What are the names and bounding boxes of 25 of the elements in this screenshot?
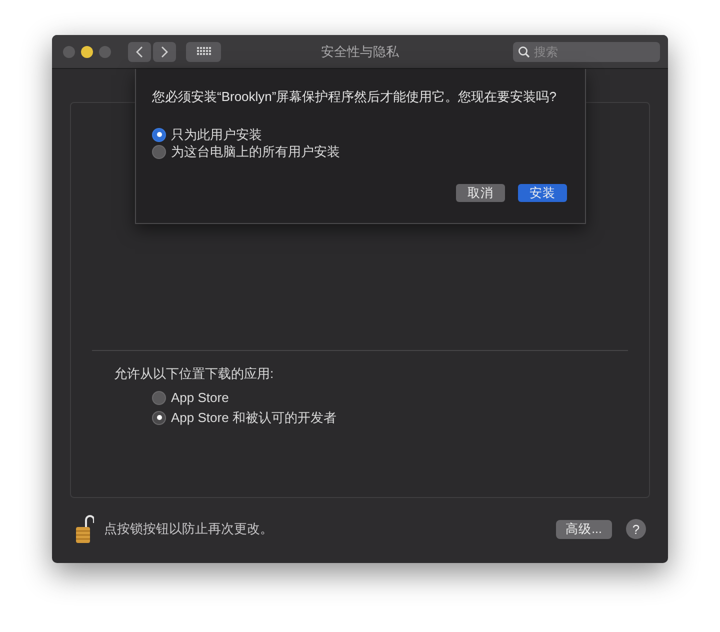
radio-button[interactable] [152,128,166,142]
grid-icon [196,47,210,56]
lock-hint: 点按锁按钮以防止再次更改。 [104,520,273,538]
chevron-left-icon [136,46,143,58]
cancel-button[interactable]: 取消 [456,184,505,202]
show-all-button[interactable] [186,42,221,62]
radio-label: App Store 和被认可的开发者 [171,408,336,426]
section-heading: 允许从以下位置下载的应用: [114,365,275,383]
radio-label: 为这台电脑上的所有用户安装 [171,142,340,160]
radio-button[interactable] [152,144,166,158]
radio-button[interactable] [152,390,166,404]
unlocked-padlock-icon[interactable] [76,514,94,544]
forward-button[interactable] [153,42,176,62]
radio-label: 只为此用户安装 [171,126,262,144]
chevron-right-icon [161,46,168,58]
help-button[interactable]: ? [626,519,646,539]
radio-label: App Store [171,390,229,405]
minimize-icon[interactable] [81,46,93,58]
window-title: 安全性与隐私 [321,43,399,61]
radio-button[interactable] [152,410,166,424]
dialog-message: 您必须安装“Brooklyn”屏幕保护程序然后才能使用它。您现在要安装吗? [152,88,558,106]
back-button[interactable] [128,42,151,62]
install-button[interactable]: 安装 [518,184,567,202]
search-icon [518,46,530,58]
advanced-button[interactable]: 高级... [556,520,612,538]
